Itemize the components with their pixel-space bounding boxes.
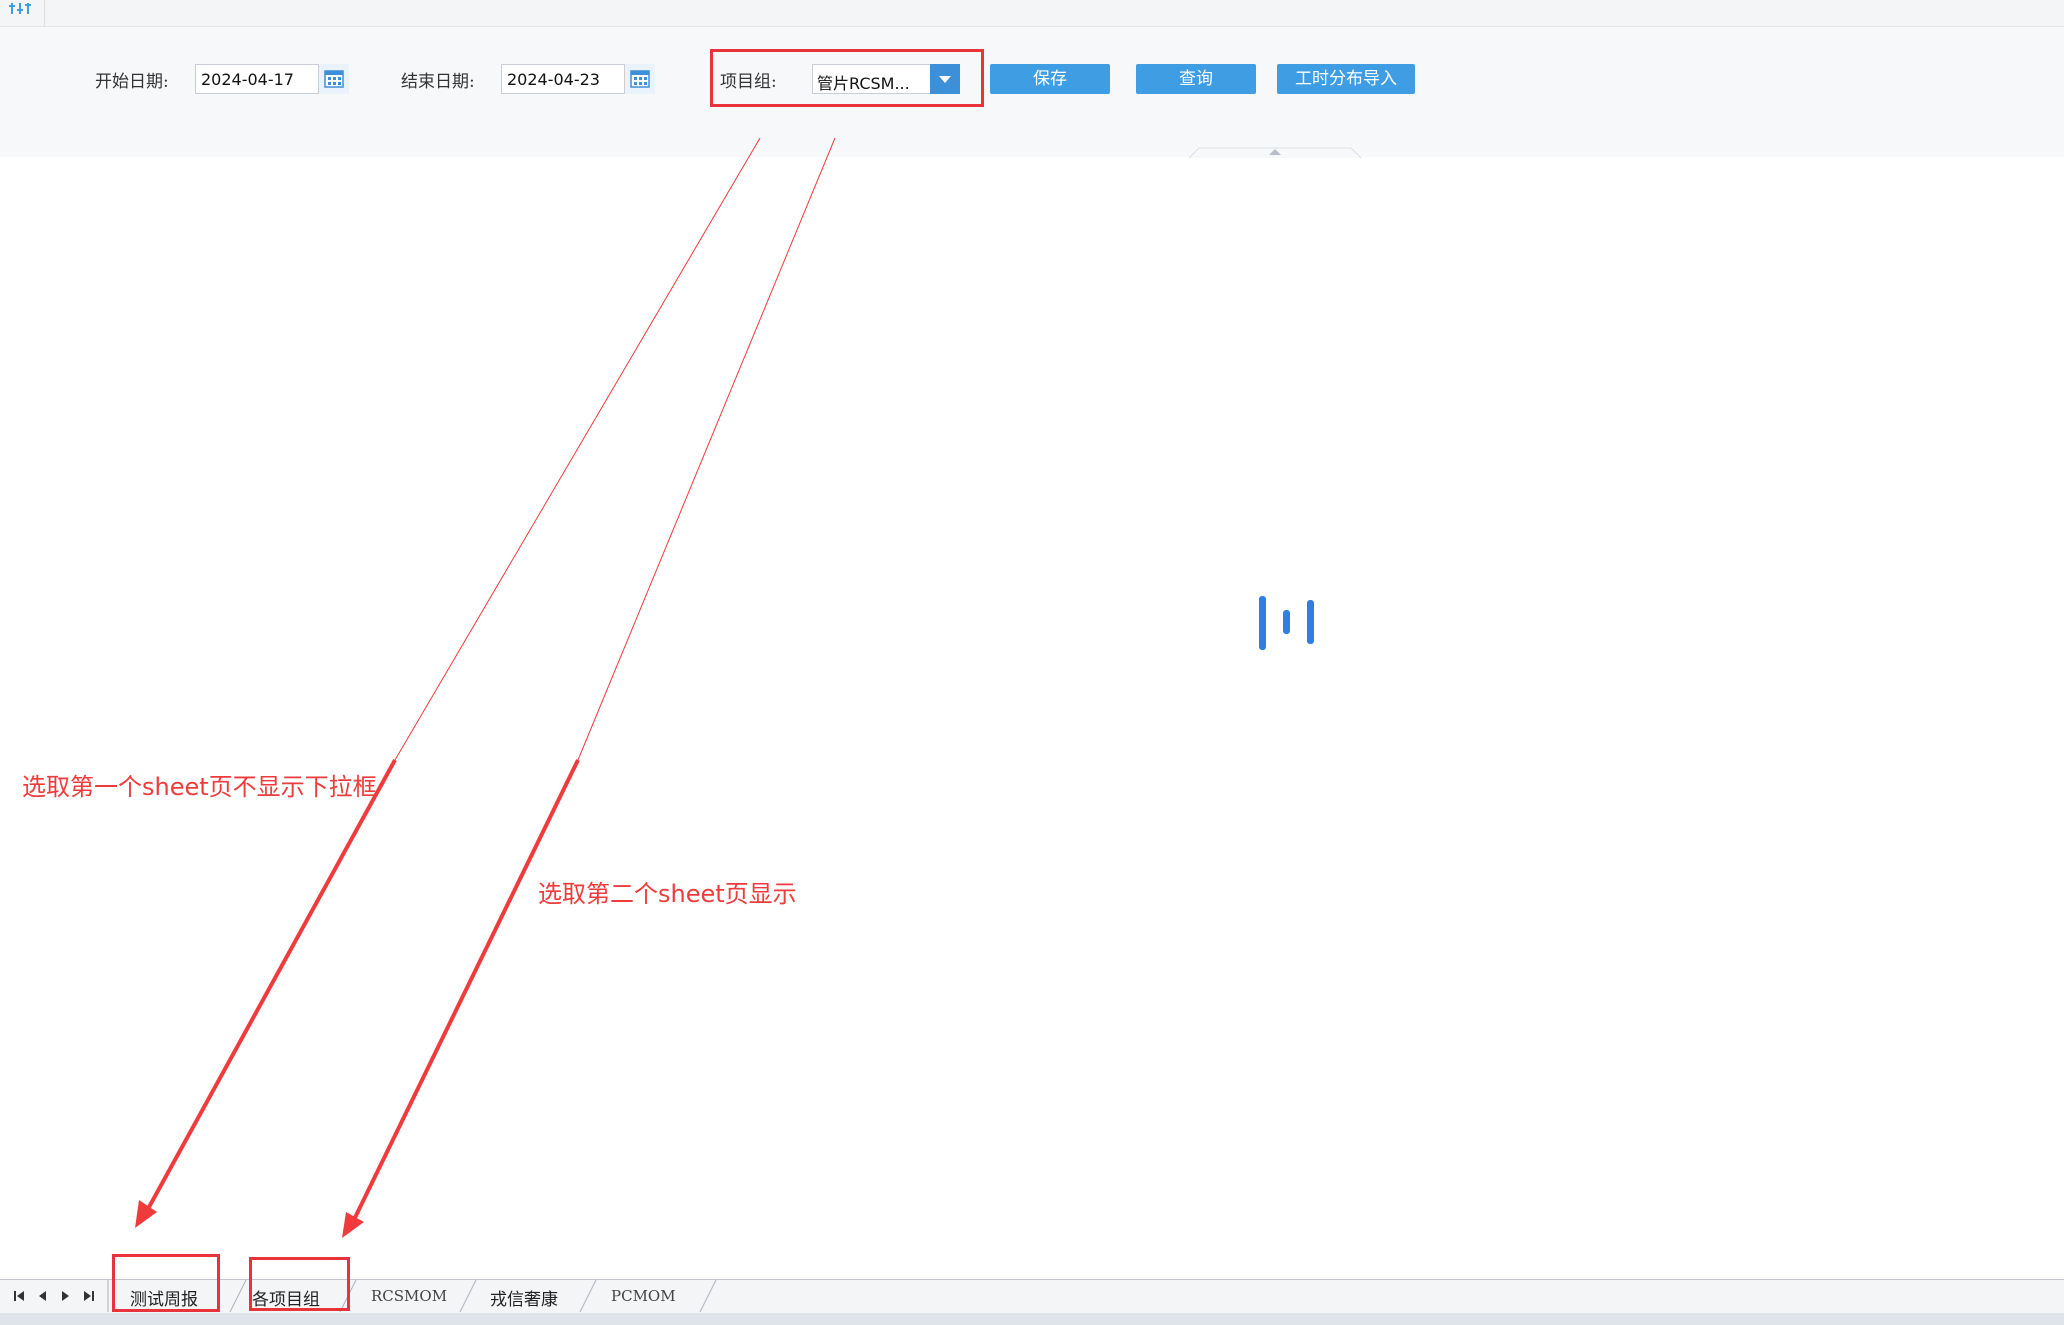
sheet-tab-rcsmom[interactable]: RCSMOM xyxy=(371,1287,447,1305)
arrow-head-2 xyxy=(342,1212,364,1238)
highlight-box-second-sheet xyxy=(249,1257,350,1311)
annotation-overlay xyxy=(135,137,836,1238)
next-sheet-icon[interactable] xyxy=(56,1287,74,1305)
first-sheet-icon[interactable] xyxy=(10,1287,28,1305)
arrow-shaft-2 xyxy=(346,759,580,1233)
annotation-first-sheet: 选取第一个sheet页不显示下拉框 xyxy=(22,773,377,801)
thin-pointer-line-1 xyxy=(394,137,761,761)
bottom-strip xyxy=(0,1313,2064,1325)
arrow-head-1 xyxy=(135,1200,157,1228)
annotation-second-sheet: 选取第二个sheet页显示 xyxy=(538,880,797,908)
arrow-shaft-1 xyxy=(141,759,397,1219)
highlight-box-first-sheet xyxy=(112,1254,220,1312)
prev-sheet-icon[interactable] xyxy=(34,1287,52,1305)
last-sheet-icon[interactable] xyxy=(80,1287,98,1305)
sheet-tab-pcmom[interactable]: PCMOM xyxy=(611,1287,676,1305)
sheet-tab-rongxin[interactable]: 戎信奢康 xyxy=(490,1285,558,1310)
thin-pointer-line-2 xyxy=(577,137,836,761)
